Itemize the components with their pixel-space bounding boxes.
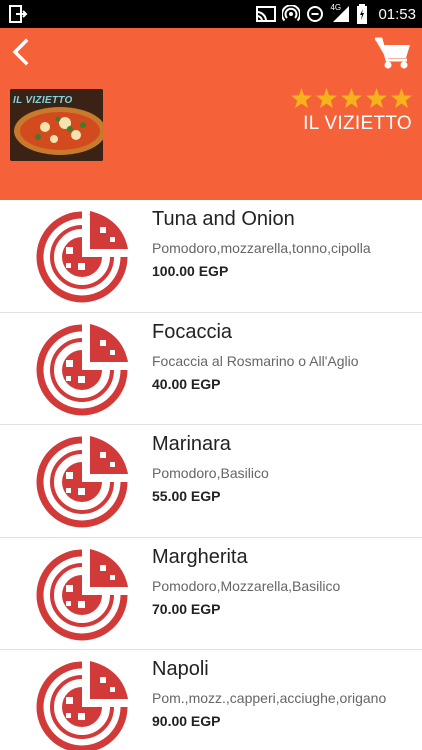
- status-icons: 4G 01:53: [256, 0, 416, 28]
- restaurant-name: IL VIZIETTO: [303, 113, 412, 134]
- chevron-left-icon: [12, 38, 29, 66]
- star-icon: [366, 88, 387, 108]
- star-icon: [291, 88, 312, 108]
- item-description: Pomodoro,Basilico: [152, 465, 269, 481]
- pizza-icon: [36, 436, 128, 528]
- pizza-icon: [36, 548, 128, 640]
- menu-list: Tuna and Onion Pomodoro,mozzarella,tonno…: [0, 200, 422, 750]
- battery-icon: [357, 4, 368, 24]
- item-price: 55.00 EGP: [152, 488, 221, 504]
- restaurant-logo: IL VIZIETTO: [10, 89, 103, 161]
- item-price: 40.00 EGP: [152, 375, 221, 392]
- item-price: 90.00 EGP: [152, 713, 221, 729]
- hotspot-icon: [282, 5, 301, 22]
- item-name: Marinara: [152, 433, 231, 455]
- star-icon: [391, 88, 412, 108]
- data-saver-icon: [307, 6, 324, 22]
- pizza-icon: [36, 211, 128, 303]
- pizza-icon: [36, 661, 128, 750]
- star-icon: [316, 88, 337, 108]
- item-price: 100.00 EGP: [152, 263, 229, 279]
- item-description: Pom.,mozz.,capperi,acciughe,origano: [152, 690, 387, 706]
- clock: 01:53: [378, 5, 416, 23]
- restaurant-header: IL VIZIETTO IL VIZIETTO: [0, 28, 422, 200]
- item-description: Pomodoro,Mozzarella,Basilico: [152, 577, 341, 594]
- item-price: 70.00 EGP: [152, 600, 221, 617]
- cast-icon: [256, 6, 277, 22]
- item-name: Focaccia: [152, 320, 233, 343]
- menu-item[interactable]: Marinara Pomodoro,Basilico 55.00 EGP: [0, 425, 422, 538]
- item-name: Margherita: [152, 545, 248, 568]
- menu-item[interactable]: Margherita Pomodoro,Mozzarella,Basilico …: [0, 537, 422, 650]
- item-description: Focaccia al Rosmarino o All'Aglio: [152, 352, 359, 369]
- exit-app-icon: [9, 5, 28, 23]
- item-name: Tuna and Onion: [152, 208, 295, 230]
- back-button[interactable]: [6, 36, 38, 68]
- pizza-icon: [36, 323, 128, 415]
- menu-item[interactable]: Focaccia Focaccia al Rosmarino o All'Agl…: [0, 312, 422, 425]
- star-icon: [341, 88, 362, 108]
- menu-item[interactable]: Napoli Pom.,mozz.,capperi,acciughe,origa…: [0, 650, 422, 750]
- item-name: Napoli: [152, 658, 209, 680]
- signal-4g-icon: 4G: [330, 3, 350, 23]
- star-rating: [291, 88, 412, 108]
- logo-text: IL VIZIETTO: [13, 95, 73, 106]
- shopping-cart-icon: [375, 37, 410, 69]
- menu-item[interactable]: Tuna and Onion Pomodoro,mozzarella,tonno…: [0, 200, 422, 313]
- status-bar: 4G 01:53: [0, 0, 422, 28]
- cart-button[interactable]: [374, 36, 412, 70]
- item-description: Pomodoro,mozzarella,tonno,cipolla: [152, 240, 371, 256]
